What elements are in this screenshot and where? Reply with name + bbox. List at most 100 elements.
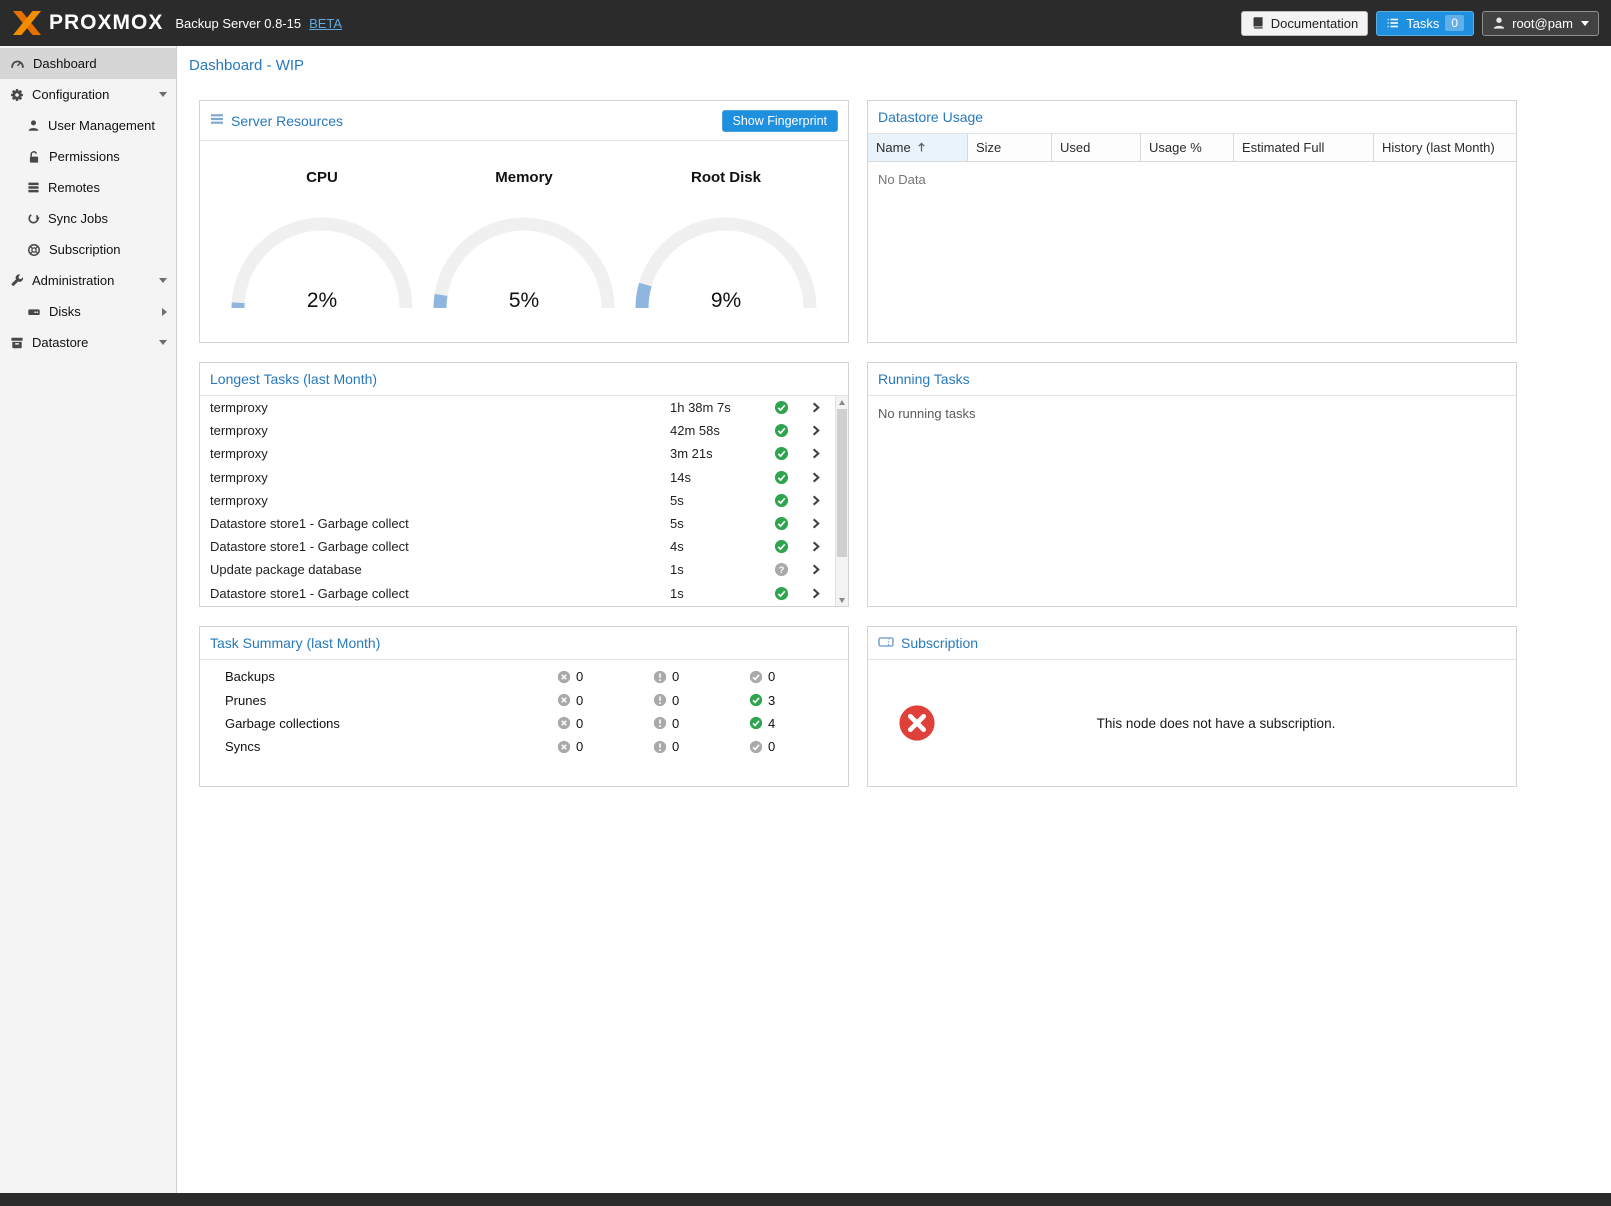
subscription-panel: Subscription This node does not have a s…	[867, 626, 1517, 787]
task-row[interactable]: termproxy 5s	[200, 489, 835, 512]
warning-count: 0	[672, 693, 679, 708]
task-duration: 42m 58s	[670, 423, 774, 438]
user-menu-button[interactable]: root@pam	[1482, 11, 1599, 36]
task-status: ?	[774, 400, 809, 415]
task-summary-row[interactable]: Garbage collections 0	[200, 712, 848, 735]
expand-right-caret-icon[interactable]	[162, 308, 167, 316]
task-row[interactable]: Datastore store1 - Garbage collect 1s	[200, 582, 835, 605]
chevron-right-icon[interactable]	[809, 401, 835, 414]
task-name: termproxy	[200, 423, 670, 438]
column-header-usage-pct[interactable]: Usage %	[1141, 134, 1234, 161]
sidebar-item-configuration[interactable]: Configuration	[0, 79, 176, 110]
expand-caret-icon[interactable]	[159, 278, 167, 283]
chevron-right-icon[interactable]	[809, 424, 835, 437]
sort-asc-icon	[917, 142, 926, 153]
task-status: ?	[774, 493, 809, 508]
server-resources-panel: Server Resources Show Fingerprint CPU	[199, 100, 849, 343]
sidebar-item-subscription[interactable]: Subscription	[0, 234, 176, 265]
scroll-down-arrow[interactable]	[836, 594, 848, 606]
documentation-button[interactable]: Documentation	[1241, 11, 1368, 36]
user-label: root@pam	[1512, 16, 1573, 31]
chevron-right-icon[interactable]	[809, 563, 835, 576]
warning-count: 0	[672, 716, 679, 731]
chevron-right-icon[interactable]	[809, 517, 835, 530]
task-status: ?	[774, 516, 809, 531]
warning-count: 0	[672, 739, 679, 754]
task-duration: 3m 21s	[670, 446, 774, 461]
error-count: 0	[576, 693, 583, 708]
task-status: ?	[774, 562, 809, 577]
scroll-up-arrow[interactable]	[836, 396, 848, 408]
check-circle-icon	[774, 470, 789, 485]
life-ring-icon	[27, 243, 41, 257]
proxmox-x-icon	[12, 11, 42, 35]
expand-caret-icon[interactable]	[159, 92, 167, 97]
sidebar-item-datastore[interactable]: Datastore	[0, 327, 176, 358]
beta-link[interactable]: BETA	[309, 16, 342, 31]
task-row[interactable]: Update package database 1s	[200, 558, 835, 581]
question-circle-icon: ?	[774, 562, 789, 577]
task-duration: 5s	[670, 493, 774, 508]
column-header-used[interactable]: Used	[1052, 134, 1141, 161]
brand-text: PROXMOX	[49, 11, 163, 35]
tasks-button[interactable]: Tasks 0	[1376, 11, 1474, 36]
task-row[interactable]: termproxy 42m 58s	[200, 419, 835, 442]
task-row[interactable]: termproxy 3m 21s	[200, 442, 835, 465]
times-circle-icon	[557, 740, 571, 754]
chevron-right-icon[interactable]	[809, 587, 835, 600]
exclamation-circle-icon	[653, 670, 667, 684]
check-circle-icon	[774, 516, 789, 531]
archive-icon	[10, 336, 24, 350]
task-row[interactable]: Datastore store1 - Garbage collect 4s	[200, 535, 835, 558]
error-count-group: 0	[557, 716, 653, 731]
column-header-history[interactable]: History (last Month)	[1374, 134, 1516, 161]
task-summary-row[interactable]: Syncs 0	[200, 735, 848, 758]
chevron-right-icon[interactable]	[809, 540, 835, 553]
page-title: Dashboard - WIP	[189, 57, 304, 74]
column-header-estimated-full[interactable]: Estimated Full	[1234, 134, 1374, 161]
longest-tasks-panel: Longest Tasks (last Month) termproxy 1h …	[199, 362, 849, 607]
show-fingerprint-button[interactable]: Show Fingerprint	[722, 110, 839, 132]
check-circle-icon	[774, 423, 789, 438]
sidebar-item-administration[interactable]: Administration	[0, 265, 176, 296]
check-circle-icon	[774, 446, 789, 461]
wrench-icon	[10, 274, 24, 288]
scrollbar-thumb[interactable]	[837, 409, 847, 557]
check-circle-icon	[774, 586, 789, 601]
server-stack-icon	[27, 181, 40, 194]
datastore-empty-text: No Data	[868, 162, 1516, 197]
task-duration: 1h 38m 7s	[670, 400, 774, 415]
chevron-right-icon[interactable]	[809, 471, 835, 484]
chevron-right-icon[interactable]	[809, 494, 835, 507]
task-status: ?	[774, 423, 809, 438]
sidebar-item-sync-jobs[interactable]: Sync Jobs	[0, 203, 176, 234]
scrollbar[interactable]	[835, 396, 848, 606]
task-row[interactable]: termproxy 1h 38m 7s	[200, 396, 835, 419]
column-header-name[interactable]: Name	[868, 134, 968, 161]
task-name: termproxy	[200, 470, 670, 485]
task-row[interactable]: termproxy 14s	[200, 466, 835, 489]
warning-count-group: 0	[653, 669, 749, 684]
ok-count-group: 3	[749, 693, 845, 708]
expand-caret-icon[interactable]	[159, 340, 167, 345]
resource-gauge: CPU 2%	[222, 169, 422, 342]
ok-count-group: 4	[749, 716, 845, 731]
sidebar-item-user-management[interactable]: User Management	[0, 110, 176, 141]
book-icon	[1251, 16, 1265, 30]
chevron-right-icon[interactable]	[809, 447, 835, 460]
task-summary-row[interactable]: Prunes 0	[200, 688, 848, 711]
task-summary-row[interactable]: Backups 0	[200, 665, 848, 688]
caret-down-icon	[1581, 21, 1589, 26]
column-header-size[interactable]: Size	[968, 134, 1052, 161]
sidebar-item-disks[interactable]: Disks	[0, 296, 176, 327]
task-duration: 1s	[670, 562, 774, 577]
panel-title: Longest Tasks (last Month)	[210, 371, 377, 387]
sidebar-item-dashboard[interactable]: Dashboard	[0, 48, 176, 79]
summary-label: Syncs	[225, 739, 557, 754]
check-circle-icon	[774, 493, 789, 508]
sidebar-item-permissions[interactable]: Permissions	[0, 141, 176, 172]
panel-title: Running Tasks	[878, 371, 970, 387]
sidebar-item-remotes[interactable]: Remotes	[0, 172, 176, 203]
no-subscription-icon	[898, 704, 936, 742]
task-row[interactable]: Datastore store1 - Garbage collect 5s	[200, 512, 835, 535]
